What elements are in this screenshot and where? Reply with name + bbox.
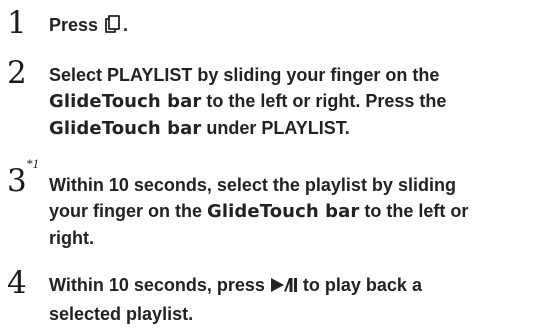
step-text-part: your finger on the (49, 201, 208, 221)
menu-icon (103, 14, 123, 41)
step-text-part: to the left or (359, 201, 469, 221)
step-text-part: to play back a (297, 275, 422, 295)
step-text-part: to the left or right. Press the (201, 91, 447, 111)
step-text: Select PLAYLIST by sliding your finger o… (49, 62, 529, 142)
step-number: 4 (7, 265, 27, 301)
step-text-line: selected playlist. (49, 304, 194, 324)
step-number: 3 (7, 163, 27, 199)
step-text-part: . (123, 15, 129, 35)
glidetouch-term: GlideTouch bar (207, 201, 360, 222)
step-number: 1 (7, 5, 27, 41)
instruction-page: 1 Press . 2 Select PLAYLIST by sliding y… (0, 0, 544, 328)
step-text-part: Press (49, 15, 104, 35)
glidetouch-term: GlideTouch bar (49, 91, 202, 112)
step-text: Within 10 seconds, press to play back a … (49, 272, 529, 327)
play-pause-icon (270, 275, 298, 301)
step-text-line: right. (49, 228, 94, 248)
step-text: Within 10 seconds, select the playlist b… (49, 172, 529, 251)
step-text-part: under PLAYLIST. (201, 118, 350, 138)
step-text-line: Select PLAYLIST by sliding your finger o… (49, 65, 440, 85)
step-text-line: Within 10 seconds, select the playlist b… (49, 175, 456, 195)
step-number: 2 (7, 55, 27, 91)
step-text-part: Within 10 seconds, press (49, 275, 270, 295)
step-text: Press . (49, 12, 529, 41)
footnote-marker: *1 (26, 156, 39, 171)
glidetouch-term: GlideTouch bar (49, 118, 202, 139)
